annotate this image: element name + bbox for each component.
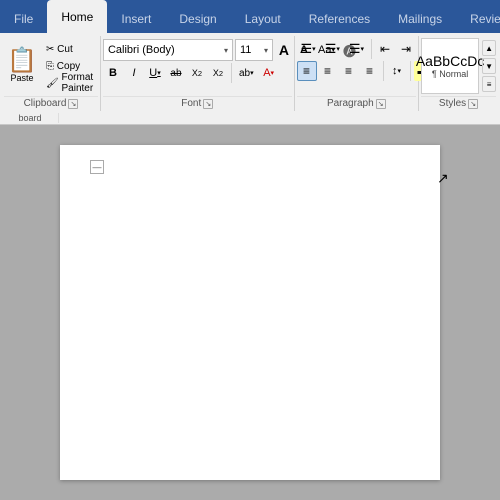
highlight-arrow: ▾ bbox=[250, 69, 254, 77]
format-painter-button[interactable]: 🖌 Format Painter bbox=[42, 75, 98, 91]
tab-design[interactable]: Design bbox=[165, 5, 230, 33]
clipboard-section: 📋 Paste ✂ Cut ⎘ Copy 🖌 Format Paint bbox=[2, 36, 101, 111]
copy-icon: ⎘ bbox=[46, 61, 54, 72]
ribbon-tab-bar: File Home Insert Design Layout Reference… bbox=[0, 0, 500, 33]
tab-insert[interactable]: Insert bbox=[107, 5, 165, 33]
italic-button[interactable]: I bbox=[124, 63, 144, 83]
text-highlight-button[interactable]: ab ▾ bbox=[235, 63, 258, 83]
styles-expand-button[interactable]: ↘ bbox=[468, 99, 478, 109]
superscript-button[interactable]: X2 bbox=[208, 63, 228, 83]
multilevel-button[interactable]: ☰▾ bbox=[345, 39, 368, 59]
tab-review[interactable]: Review bbox=[456, 5, 500, 33]
font-color-arrow: ▾ bbox=[271, 69, 275, 77]
bold-button[interactable]: B bbox=[103, 63, 123, 83]
tab-home[interactable]: Home bbox=[47, 0, 107, 33]
align-right-button[interactable]: ≡ bbox=[339, 61, 359, 81]
subscript-button[interactable]: X2 bbox=[187, 63, 207, 83]
styles-section: AaBbCcDc ¶ Normal ▲ ▼ ≡ Styles ↘ bbox=[419, 36, 498, 111]
decrease-indent-button[interactable]: ⇤ bbox=[375, 39, 395, 59]
styles-label: Styles ↘ bbox=[421, 96, 496, 111]
gallery-prev-button[interactable]: ▲ bbox=[482, 40, 496, 56]
paragraph-section: ☰▾ ☰▾ ☰▾ ⇤ ⇥ ↕A ¶ ≡ ≡ ≡ ≡ bbox=[295, 36, 420, 111]
paste-icon: 📋 bbox=[7, 49, 37, 73]
font-color-button[interactable]: A ▾ bbox=[259, 63, 279, 83]
gallery-nav: ▲ ▼ ≡ bbox=[482, 40, 496, 92]
grow-font-button[interactable]: A bbox=[275, 40, 293, 60]
section-labels-strip: board bbox=[0, 111, 500, 125]
gallery-more-button[interactable]: ≡ bbox=[482, 76, 496, 92]
style-normal[interactable]: AaBbCcDc ¶ Normal bbox=[421, 38, 479, 94]
style-normal-label: ¶ Normal bbox=[432, 69, 468, 79]
document-page[interactable]: — bbox=[60, 145, 440, 480]
tab-references[interactable]: References bbox=[295, 5, 384, 33]
paste-label: Paste bbox=[11, 73, 34, 83]
styles-gallery: AaBbCcDc ¶ Normal bbox=[421, 38, 479, 94]
numbering-button[interactable]: ☰▾ bbox=[321, 39, 344, 59]
underline-arrow: ▾ bbox=[157, 69, 161, 77]
paragraph-label: Paragraph ↘ bbox=[297, 96, 417, 111]
bullets-button[interactable]: ☰▾ bbox=[297, 39, 320, 59]
clipboard-expand-button[interactable]: ↘ bbox=[68, 99, 78, 109]
style-normal-text: AaBbCcDc bbox=[416, 53, 484, 69]
increase-indent-button[interactable]: ⇥ bbox=[396, 39, 416, 59]
font-label: Font ↘ bbox=[103, 96, 292, 111]
paint-brush-icon: 🖌 bbox=[46, 78, 59, 89]
font-name-dropdown-arrow: ▾ bbox=[224, 46, 228, 55]
line-spacing-button[interactable]: ↕▾ bbox=[387, 61, 407, 81]
paste-button[interactable]: 📋 Paste bbox=[4, 40, 40, 92]
font-size-input[interactable]: 11 ▾ bbox=[235, 39, 273, 61]
align-left-button[interactable]: ≡ bbox=[297, 61, 317, 81]
document-area: — ↗ bbox=[0, 125, 500, 500]
tab-layout[interactable]: Layout bbox=[231, 5, 295, 33]
font-size-dropdown-arrow: ▾ bbox=[264, 46, 268, 55]
cut-button[interactable]: ✂ Cut bbox=[42, 41, 98, 57]
ribbon: 📋 Paste ✂ Cut ⎘ Copy 🖌 Format Paint bbox=[0, 33, 500, 111]
font-section: Calibri (Body) ▾ 11 ▾ A A Aa▾ 🅐 bbox=[101, 36, 295, 111]
font-expand-button[interactable]: ↘ bbox=[203, 99, 213, 109]
clipboard-label: Clipboard ↘ bbox=[4, 96, 98, 111]
underline-button[interactable]: U ▾ bbox=[145, 63, 165, 83]
tab-file[interactable]: File bbox=[0, 5, 47, 33]
gallery-next-button[interactable]: ▼ bbox=[482, 58, 496, 74]
scissors-icon: ✂ bbox=[46, 44, 54, 55]
font-name-input[interactable]: Calibri (Body) ▾ bbox=[103, 39, 233, 61]
align-center-button[interactable]: ≡ bbox=[318, 61, 338, 81]
page-collapse-indicator: — bbox=[90, 160, 104, 174]
clipboard-strip-label: board bbox=[2, 113, 59, 123]
justify-button[interactable]: ≡ bbox=[360, 61, 380, 81]
strikethrough-button[interactable]: ab bbox=[166, 63, 186, 83]
tab-mailings[interactable]: Mailings bbox=[384, 5, 456, 33]
paragraph-expand-button[interactable]: ↘ bbox=[376, 99, 386, 109]
